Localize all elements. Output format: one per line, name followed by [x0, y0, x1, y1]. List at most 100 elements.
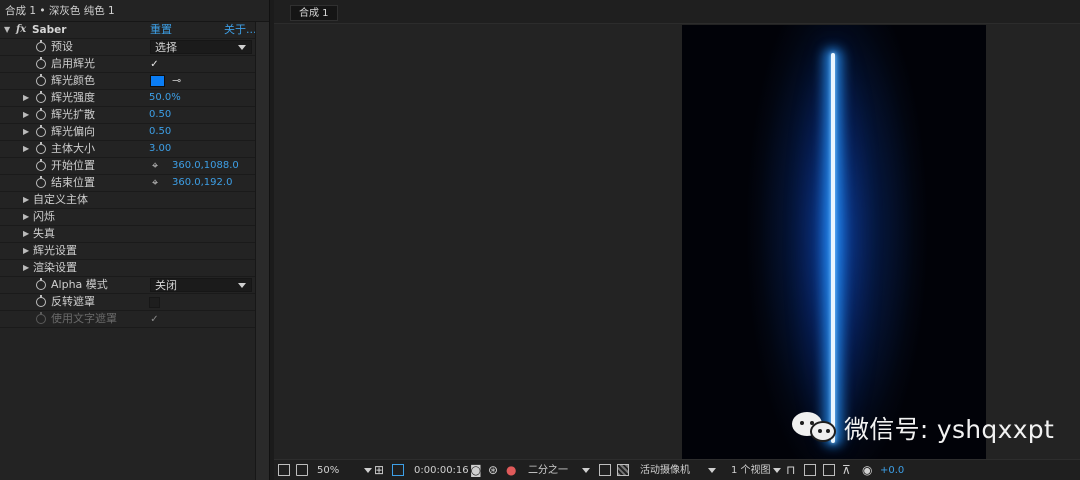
effect-properties: ▼ fx Saber 重置 关于... 预设 选择 启用辉光 ✓ 辉光颜色 ⊸: [0, 22, 257, 328]
pixel-aspect-icon[interactable]: ⊓: [786, 463, 795, 478]
stopwatch-icon[interactable]: [36, 91, 46, 103]
zoom-dropdown[interactable]: 50%: [317, 463, 373, 478]
reset-link[interactable]: 重置: [150, 22, 172, 38]
start-pos-value[interactable]: 360.0,1088.0: [172, 158, 239, 174]
glow-intensity-value[interactable]: 50.0%: [149, 90, 181, 106]
group-row-flicker[interactable]: ▶ 闪烁: [0, 209, 256, 226]
stopwatch-icon[interactable]: [36, 40, 46, 52]
prop-row-glow-bias: ▶ 辉光偏向 0.50: [0, 124, 256, 141]
collapse-triangle-icon[interactable]: ▼: [4, 22, 10, 38]
expand-triangle-icon[interactable]: ▶: [23, 243, 29, 259]
group-label: 自定义主体: [33, 193, 88, 206]
group-label: 闪烁: [33, 210, 55, 223]
viewer-canvas[interactable]: [274, 24, 1080, 459]
core-size-value[interactable]: 3.00: [149, 141, 171, 157]
prop-label: Alpha 模式: [51, 278, 108, 291]
prop-row-use-text-mask: 使用文字遮罩 ✓: [0, 311, 256, 328]
resolution-dropdown[interactable]: 二分之一: [528, 463, 590, 478]
group-row-distortion[interactable]: ▶ 失真: [0, 226, 256, 243]
color-channel-icon[interactable]: ●: [506, 463, 516, 478]
stopwatch-icon[interactable]: [36, 142, 46, 154]
chevron-down-icon: [364, 467, 373, 473]
snapshot-icon[interactable]: ◙: [470, 463, 482, 478]
prop-label: 预设: [51, 40, 73, 53]
transparency-grid-icon[interactable]: [392, 464, 404, 476]
fast-preview-icon[interactable]: [804, 464, 816, 476]
prop-row-alpha-mode: Alpha 模式 关闭: [0, 277, 256, 294]
always-preview-icon[interactable]: [278, 464, 290, 476]
region-of-interest-icon[interactable]: [599, 464, 611, 476]
group-row-glow-settings[interactable]: ▶ 辉光设置: [0, 243, 256, 260]
flowchart-icon[interactable]: ⊼: [842, 463, 851, 478]
group-row-custom-core[interactable]: ▶ 自定义主体: [0, 192, 256, 209]
prop-label: 主体大小: [51, 142, 95, 155]
glow-spread-value[interactable]: 0.50: [149, 107, 171, 123]
preset-dropdown[interactable]: 选择: [150, 40, 252, 54]
tab-comp-1[interactable]: 合成 1: [290, 5, 338, 21]
expand-triangle-icon[interactable]: ▶: [23, 107, 29, 123]
effect-row-saber[interactable]: ▼ fx Saber 重置 关于...: [0, 22, 257, 39]
stopwatch-icon[interactable]: [36, 176, 46, 188]
eyedropper-icon[interactable]: ⊸: [172, 73, 181, 89]
stopwatch-icon[interactable]: [36, 74, 46, 86]
chevron-down-icon: [708, 467, 716, 473]
expand-triangle-icon[interactable]: ▶: [23, 209, 29, 225]
prop-label: 辉光颜色: [51, 74, 95, 87]
camera-dropdown[interactable]: 活动摄像机: [640, 463, 716, 478]
exposure-reset-icon[interactable]: ◉: [862, 463, 872, 478]
watermark-text: 微信号: yshqxxpt: [844, 415, 1055, 444]
chevron-down-icon: [582, 467, 590, 473]
prop-row-invert-mask: 反转遮罩: [0, 294, 256, 311]
expand-triangle-icon[interactable]: ▶: [23, 124, 29, 140]
invert-mask-checkbox[interactable]: [149, 297, 160, 308]
expand-triangle-icon[interactable]: ▶: [23, 260, 29, 276]
expand-triangle-icon[interactable]: ▶: [23, 192, 29, 208]
enable-glow-checkbox[interactable]: ✓: [149, 59, 160, 70]
crosshair-icon[interactable]: ⌖: [152, 175, 158, 191]
group-label: 失真: [33, 227, 55, 240]
panel-scrollbar[interactable]: [255, 22, 269, 480]
glow-bias-value[interactable]: 0.50: [149, 124, 171, 140]
prop-label: 辉光偏向: [51, 125, 95, 138]
exposure-value[interactable]: +0.0: [880, 463, 904, 478]
prop-label: 使用文字遮罩: [51, 312, 117, 325]
expand-triangle-icon[interactable]: ▶: [23, 226, 29, 242]
checkerboard-icon[interactable]: [617, 464, 629, 476]
watermark: 微信号: yshqxxpt: [792, 408, 1054, 448]
monitor-icon[interactable]: [296, 464, 308, 476]
crosshair-icon[interactable]: ⌖: [152, 158, 158, 174]
alpha-mode-dropdown[interactable]: 关闭: [150, 278, 252, 292]
expand-triangle-icon[interactable]: ▶: [23, 141, 29, 157]
timeline-icon[interactable]: [823, 464, 835, 476]
effect-controls-panel: 合成 1 • 深灰色 纯色 1 ▼ fx Saber 重置 关于... 预设 选…: [0, 0, 270, 480]
fx-icon[interactable]: fx: [16, 22, 26, 38]
stopwatch-icon[interactable]: [36, 125, 46, 137]
stopwatch-icon[interactable]: [36, 108, 46, 120]
timecode[interactable]: 0:00:00:16: [414, 463, 469, 478]
end-pos-value[interactable]: 360.0,192.0: [172, 175, 232, 191]
stopwatch-icon[interactable]: [36, 159, 46, 171]
chevron-down-icon: [238, 283, 246, 288]
camera-value: 活动摄像机: [640, 465, 690, 476]
group-label: 辉光设置: [33, 244, 77, 257]
show-snapshot-icon[interactable]: ⊛: [488, 463, 498, 478]
alpha-mode-value: 关闭: [155, 279, 177, 292]
expand-triangle-icon[interactable]: ▶: [23, 90, 29, 106]
stopwatch-icon[interactable]: [36, 295, 46, 307]
stopwatch-icon[interactable]: [36, 57, 46, 69]
prop-row-glow-spread: ▶ 辉光扩散 0.50: [0, 107, 256, 124]
views-dropdown[interactable]: 1 个视图: [731, 463, 781, 478]
prop-label: 结束位置: [51, 176, 95, 189]
stopwatch-icon[interactable]: [36, 278, 46, 290]
chevron-down-icon: [238, 45, 246, 50]
region-icon[interactable]: ⊞: [374, 463, 384, 478]
effect-name: Saber: [32, 24, 67, 36]
prop-row-preset: 预设 选择: [0, 39, 256, 56]
wechat-logo-icon: [792, 410, 838, 446]
about-link[interactable]: 关于...: [224, 22, 257, 38]
glow-color-swatch[interactable]: [150, 75, 165, 87]
composition-frame[interactable]: [682, 25, 986, 459]
stopwatch-icon: [36, 312, 46, 324]
group-row-render-settings[interactable]: ▶ 渲染设置: [0, 260, 256, 277]
saber-blade: [831, 53, 835, 443]
